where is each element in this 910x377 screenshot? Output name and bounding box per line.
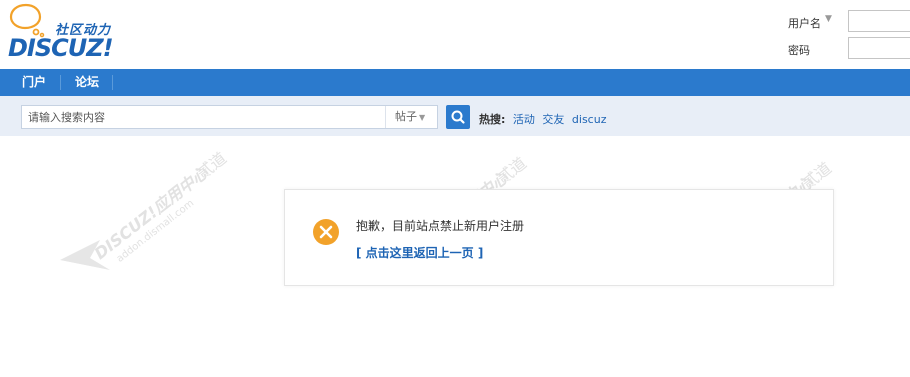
username-row: 用户名 ▼ — [770, 10, 910, 34]
password-row: 密码 — [770, 37, 910, 61]
nav-divider — [112, 75, 113, 90]
message-text: 抱歉，目前站点禁止新用户注册 — [356, 219, 525, 233]
svg-text:贰道: 贰道 — [798, 158, 835, 193]
search-icon — [451, 110, 465, 124]
svg-text:贰道: 贰道 — [493, 153, 530, 188]
logo-brand-text: DISCUZ — [8, 34, 104, 62]
chevron-down-icon[interactable]: ▼ — [825, 14, 832, 24]
nav-item-portal[interactable]: 门户 — [22, 69, 46, 96]
hot-search-label: 热搜: — [479, 113, 506, 126]
search-type-label: 帖子 — [395, 110, 417, 123]
username-input[interactable] — [848, 10, 910, 32]
page: 社区动力 DISCUZ! 用户名 ▼ 密码 门户 论坛 帖子▼ — [0, 0, 910, 377]
svg-text:addon.dismall.com: addon.dismall.com — [115, 198, 196, 265]
logo-brand-suffix: ! — [102, 34, 114, 62]
chevron-down-icon: ▼ — [419, 113, 426, 122]
search-box: 帖子▼ — [21, 105, 438, 129]
nav-divider — [60, 75, 61, 90]
site-logo[interactable]: 社区动力 DISCUZ! — [8, 2, 138, 62]
username-label[interactable]: 用户名 — [788, 15, 821, 31]
hot-search-link[interactable]: 活动 — [513, 113, 535, 126]
logo-brand: DISCUZ! — [8, 34, 114, 62]
search-bar: 帖子▼ 热搜: 活动 交友 discuz — [0, 96, 910, 136]
login-form: 用户名 ▼ 密码 — [770, 10, 910, 64]
search-type-select[interactable]: 帖子 ▼ — [385, 106, 437, 128]
hot-searches: 热搜: 活动 交友 discuz — [479, 111, 606, 127]
main-nav: 门户 论坛 — [0, 69, 910, 96]
nav-item-forum[interactable]: 论坛 — [75, 69, 99, 96]
speech-bubble-icon — [9, 3, 45, 38]
hot-search-link[interactable]: 交友 — [542, 113, 564, 126]
search-button[interactable] — [446, 105, 470, 129]
password-input[interactable] — [848, 37, 910, 59]
hot-search-link[interactable]: discuz — [572, 113, 607, 126]
back-link[interactable]: [ 点击这里返回上一页 ] — [356, 244, 483, 261]
error-icon — [313, 219, 339, 245]
svg-text:DISCUZ!应用中心: DISCUZ!应用中心 — [91, 162, 213, 263]
password-label: 密码 — [788, 44, 810, 57]
search-input[interactable] — [22, 106, 385, 128]
svg-text:贰道: 贰道 — [193, 148, 230, 183]
message-box: 抱歉，目前站点禁止新用户注册 [ 点击这里返回上一页 ] — [284, 189, 834, 286]
watermark: DISCUZ!应用中心 addon.dismall.com 贰道 — [60, 148, 230, 270]
